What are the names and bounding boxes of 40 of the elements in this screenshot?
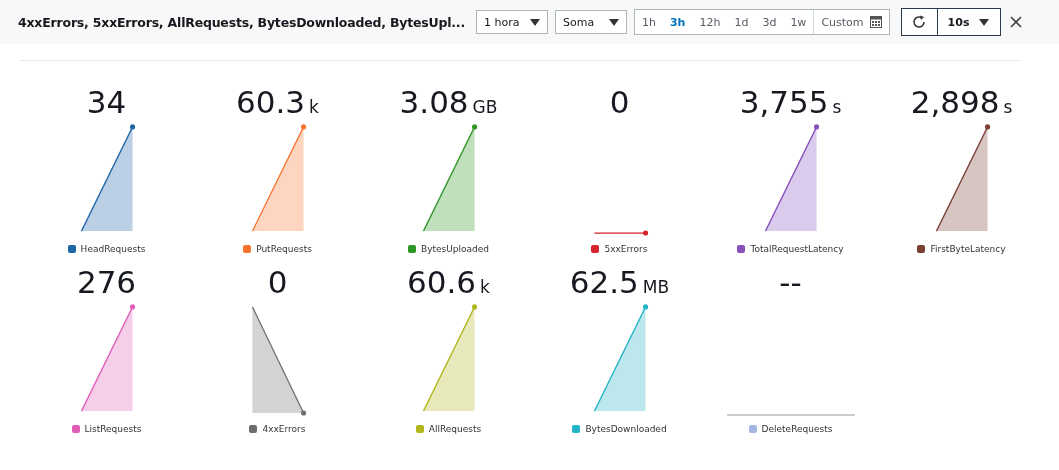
metric-value: 3.08 — [399, 83, 469, 121]
caret-icon — [529, 18, 540, 26]
legend-label: 4xxErrors — [262, 424, 306, 434]
metric-value: -- — [779, 263, 802, 301]
legend-label: FirstByteLatency — [930, 244, 1006, 254]
metric-value: 60.6 — [407, 263, 477, 301]
period-dropdown[interactable]: 1 hora — [475, 10, 548, 34]
statistic-dropdown[interactable]: Soma — [554, 10, 627, 34]
metric-value: 34 — [86, 83, 127, 121]
legend-label: DeleteRequests — [761, 424, 833, 434]
metric-value: 62.5 — [569, 263, 639, 301]
metric-unit: k — [480, 277, 490, 297]
legend-label: HeadRequests — [80, 244, 146, 254]
metric-unit: MB — [642, 277, 670, 297]
metric-unit: k — [309, 97, 319, 117]
legend-label: AllRequests — [428, 424, 482, 434]
legend-label: BytesDownloaded — [585, 424, 667, 434]
calendar-icon — [869, 16, 882, 28]
close-icon[interactable] — [1009, 16, 1022, 28]
legend-label: ListRequests — [84, 424, 142, 434]
legend-label: BytesUploaded — [420, 244, 489, 254]
metric-unit: GB — [472, 97, 498, 117]
refresh-icon — [912, 15, 927, 29]
metric-value: 2,898 — [910, 83, 1000, 121]
metric-value: 3,755 — [739, 83, 829, 121]
metric-value: 0 — [609, 83, 630, 121]
legend-label: 5xxErrors — [604, 244, 648, 254]
metric-unit: s — [832, 97, 842, 117]
legend-label: TotalRequestLatency — [750, 244, 844, 254]
refresh-button[interactable] — [901, 9, 938, 35]
sparkline — [593, 230, 648, 236]
metric-value: 0 — [267, 263, 288, 301]
widget-title: 4xxErrors, 5xxErrors, AllRequests, BytesDownloaded, BytesUpl... — [18, 14, 465, 30]
caret-icon — [608, 18, 619, 26]
metric-value: 60.3 — [236, 83, 306, 121]
metric-value: 276 — [76, 263, 137, 301]
legend-label: PutRequests — [256, 244, 312, 254]
caret-icon — [979, 18, 990, 26]
refresh-interval-dropdown[interactable]: 10s — [937, 9, 1000, 35]
metric-unit: s — [1003, 97, 1013, 117]
